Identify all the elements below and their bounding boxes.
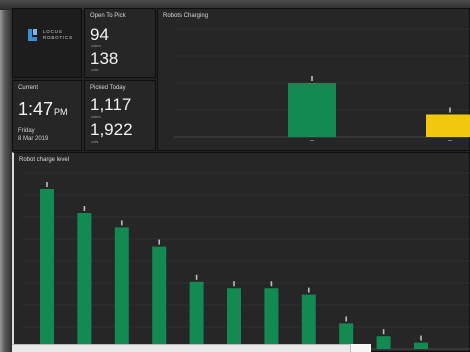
current-time: 1:47PM — [18, 99, 68, 120]
chart-data-label — [158, 239, 160, 245]
open-orders-unit: orders — [91, 44, 101, 48]
picked-today-title: Picked Today — [90, 85, 126, 91]
robots-charging-panel: Robots Charging — [157, 8, 470, 151]
chart-data-label — [382, 329, 385, 335]
brand-name-line2: ROBOTICS — [43, 34, 73, 40]
open-orders-value: 94 — [90, 25, 109, 44]
open-units-value: 138 — [90, 49, 119, 68]
picked-units-unit: units — [91, 140, 99, 144]
chart-bar — [301, 294, 316, 349]
paper-sheet-fold — [350, 344, 371, 352]
current-date: 8 Mar 2019 — [18, 136, 49, 142]
paper-sheet-foreground — [12, 344, 370, 352]
current-time-ampm: PM — [54, 107, 68, 117]
chart-bar — [40, 189, 54, 349]
dashboard-screen: LOCUS ROBOTICS Open To Pick 94 orders 13… — [0, 0, 470, 352]
chart-bar — [376, 336, 391, 349]
robots-charging-chart — [174, 28, 470, 141]
chart-data-label — [83, 206, 86, 211]
brand-name: LOCUS ROBOTICS — [43, 29, 73, 40]
chart-data-label — [449, 107, 451, 113]
logo-panel: LOCUS ROBOTICS — [12, 8, 82, 78]
chart-data-label — [345, 316, 347, 322]
chart-bar — [189, 281, 204, 349]
open-to-pick-title: Open To Pick — [90, 13, 126, 19]
chart-bar — [227, 288, 241, 349]
chart-data-label — [46, 182, 48, 187]
chart-tick-label — [448, 140, 452, 141]
robot-charge-level-panel: Robot charge level — [12, 152, 470, 352]
chart-data-label — [308, 287, 310, 293]
chart-bar — [414, 342, 428, 349]
robot-charge-level-chart — [22, 172, 470, 350]
chart-data-label — [270, 281, 273, 287]
current-time-value: 1:47 — [18, 99, 54, 119]
current-day: Friday — [18, 128, 35, 134]
current-title: Current — [18, 85, 39, 91]
chart-data-label — [233, 281, 235, 287]
picked-orders-unit: orders — [91, 115, 101, 119]
monitor-bezel-left — [0, 10, 12, 352]
chart-tick-label — [310, 140, 314, 141]
chart-bar — [152, 246, 167, 349]
chart-bar — [77, 213, 92, 349]
current-time-panel: Current 1:47PM Friday 8 Mar 2019 — [12, 80, 82, 151]
open-to-pick-panel: Open To Pick 94 orders 138 units — [84, 8, 156, 78]
chart-data-label — [195, 274, 198, 280]
locus-logo-icon — [28, 29, 37, 41]
picked-today-panel: Picked Today 1,117 orders 1,922 units — [84, 80, 156, 151]
picked-units-value: 1,922 — [90, 120, 133, 139]
chart-bar — [114, 227, 129, 349]
picked-orders-value: 1,117 — [90, 95, 132, 114]
chart-data-label — [121, 220, 123, 226]
chart-bar — [426, 114, 470, 137]
chart-bar — [288, 83, 336, 137]
open-units-unit: units — [91, 68, 99, 72]
chart-data-label — [420, 335, 422, 341]
chart-bar — [264, 288, 279, 349]
chart-data-label — [311, 76, 313, 81]
